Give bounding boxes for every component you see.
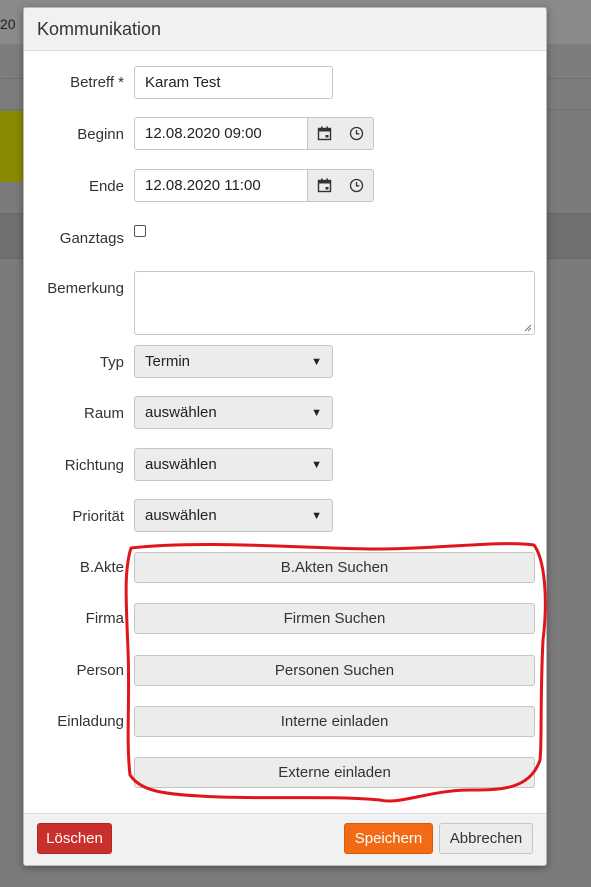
delete-button[interactable]: Löschen: [37, 823, 112, 854]
beginn-input[interactable]: 12.08.2020 09:00: [134, 117, 308, 150]
resize-grip-icon[interactable]: [523, 323, 532, 332]
clock-icon[interactable]: [348, 177, 366, 195]
raum-selected-value: auswählen: [145, 404, 217, 421]
save-button[interactable]: Speichern: [344, 823, 433, 854]
background-partial-number: 20: [0, 16, 16, 32]
einladung-label: Einladung: [57, 713, 124, 730]
beginn-datetime-picker: 12.08.2020 09:00: [134, 117, 374, 150]
caret-down-icon: ▼: [311, 509, 322, 522]
raum-select[interactable]: auswählen ▼: [134, 396, 333, 429]
bakte-label: B.Akte: [79, 559, 124, 576]
richtung-select[interactable]: auswählen ▼: [134, 448, 333, 481]
beginn-picker-buttons: [308, 117, 374, 150]
prioritaet-label: Priorität: [72, 508, 124, 525]
interne-einladen-button[interactable]: Interne einladen: [134, 706, 535, 737]
typ-select[interactable]: Termin ▼: [134, 345, 333, 378]
person-label: Person: [76, 662, 124, 679]
bemerkung-textarea[interactable]: [134, 271, 535, 335]
externe-einladen-button[interactable]: Externe einladen: [134, 757, 535, 788]
typ-label: Typ: [99, 354, 124, 371]
typ-selected-value: Termin: [145, 353, 191, 370]
richtung-selected-value: auswählen: [145, 456, 217, 473]
kommunikation-dialog: Kommunikation Betreff * Karam Test Begin…: [23, 7, 547, 866]
caret-down-icon: ▼: [311, 406, 322, 419]
firmen-suchen-button[interactable]: Firmen Suchen: [134, 603, 535, 634]
dialog-footer: Löschen Speichern Abbrechen: [24, 813, 546, 865]
ende-datetime-picker: 12.08.2020 11:00: [134, 169, 374, 202]
richtung-label: Richtung: [64, 457, 124, 474]
ende-picker-buttons: [308, 169, 374, 202]
calendar-icon[interactable]: [315, 177, 333, 195]
bemerkung-label: Bemerkung: [47, 280, 124, 297]
dialog-titlebar: Kommunikation: [24, 8, 546, 51]
cancel-button[interactable]: Abbrechen: [439, 823, 533, 854]
ende-label: Ende: [88, 178, 124, 195]
ganztags-label: Ganztags: [59, 230, 124, 247]
bemerkung-row: Bemerkung: [24, 271, 546, 335]
ganztags-checkbox[interactable]: [134, 225, 146, 237]
caret-down-icon: ▼: [311, 355, 322, 368]
dialog-title: Kommunikation: [37, 18, 162, 39]
clock-icon[interactable]: [348, 125, 366, 143]
prioritaet-select[interactable]: auswählen ▼: [134, 499, 333, 532]
beginn-label: Beginn: [77, 126, 124, 143]
calendar-icon[interactable]: [315, 125, 333, 143]
raum-label: Raum: [83, 405, 124, 422]
caret-down-icon: ▼: [311, 458, 322, 471]
personen-suchen-button[interactable]: Personen Suchen: [134, 655, 535, 686]
ende-input[interactable]: 12.08.2020 11:00: [134, 169, 308, 202]
prioritaet-selected-value: auswählen: [145, 507, 217, 524]
firma-label: Firma: [85, 610, 124, 627]
betreff-label: Betreff *: [70, 74, 124, 91]
betreff-input[interactable]: Karam Test: [134, 66, 333, 99]
background-highlight-block: [0, 111, 24, 182]
bakten-suchen-button[interactable]: B.Akten Suchen: [134, 552, 535, 583]
